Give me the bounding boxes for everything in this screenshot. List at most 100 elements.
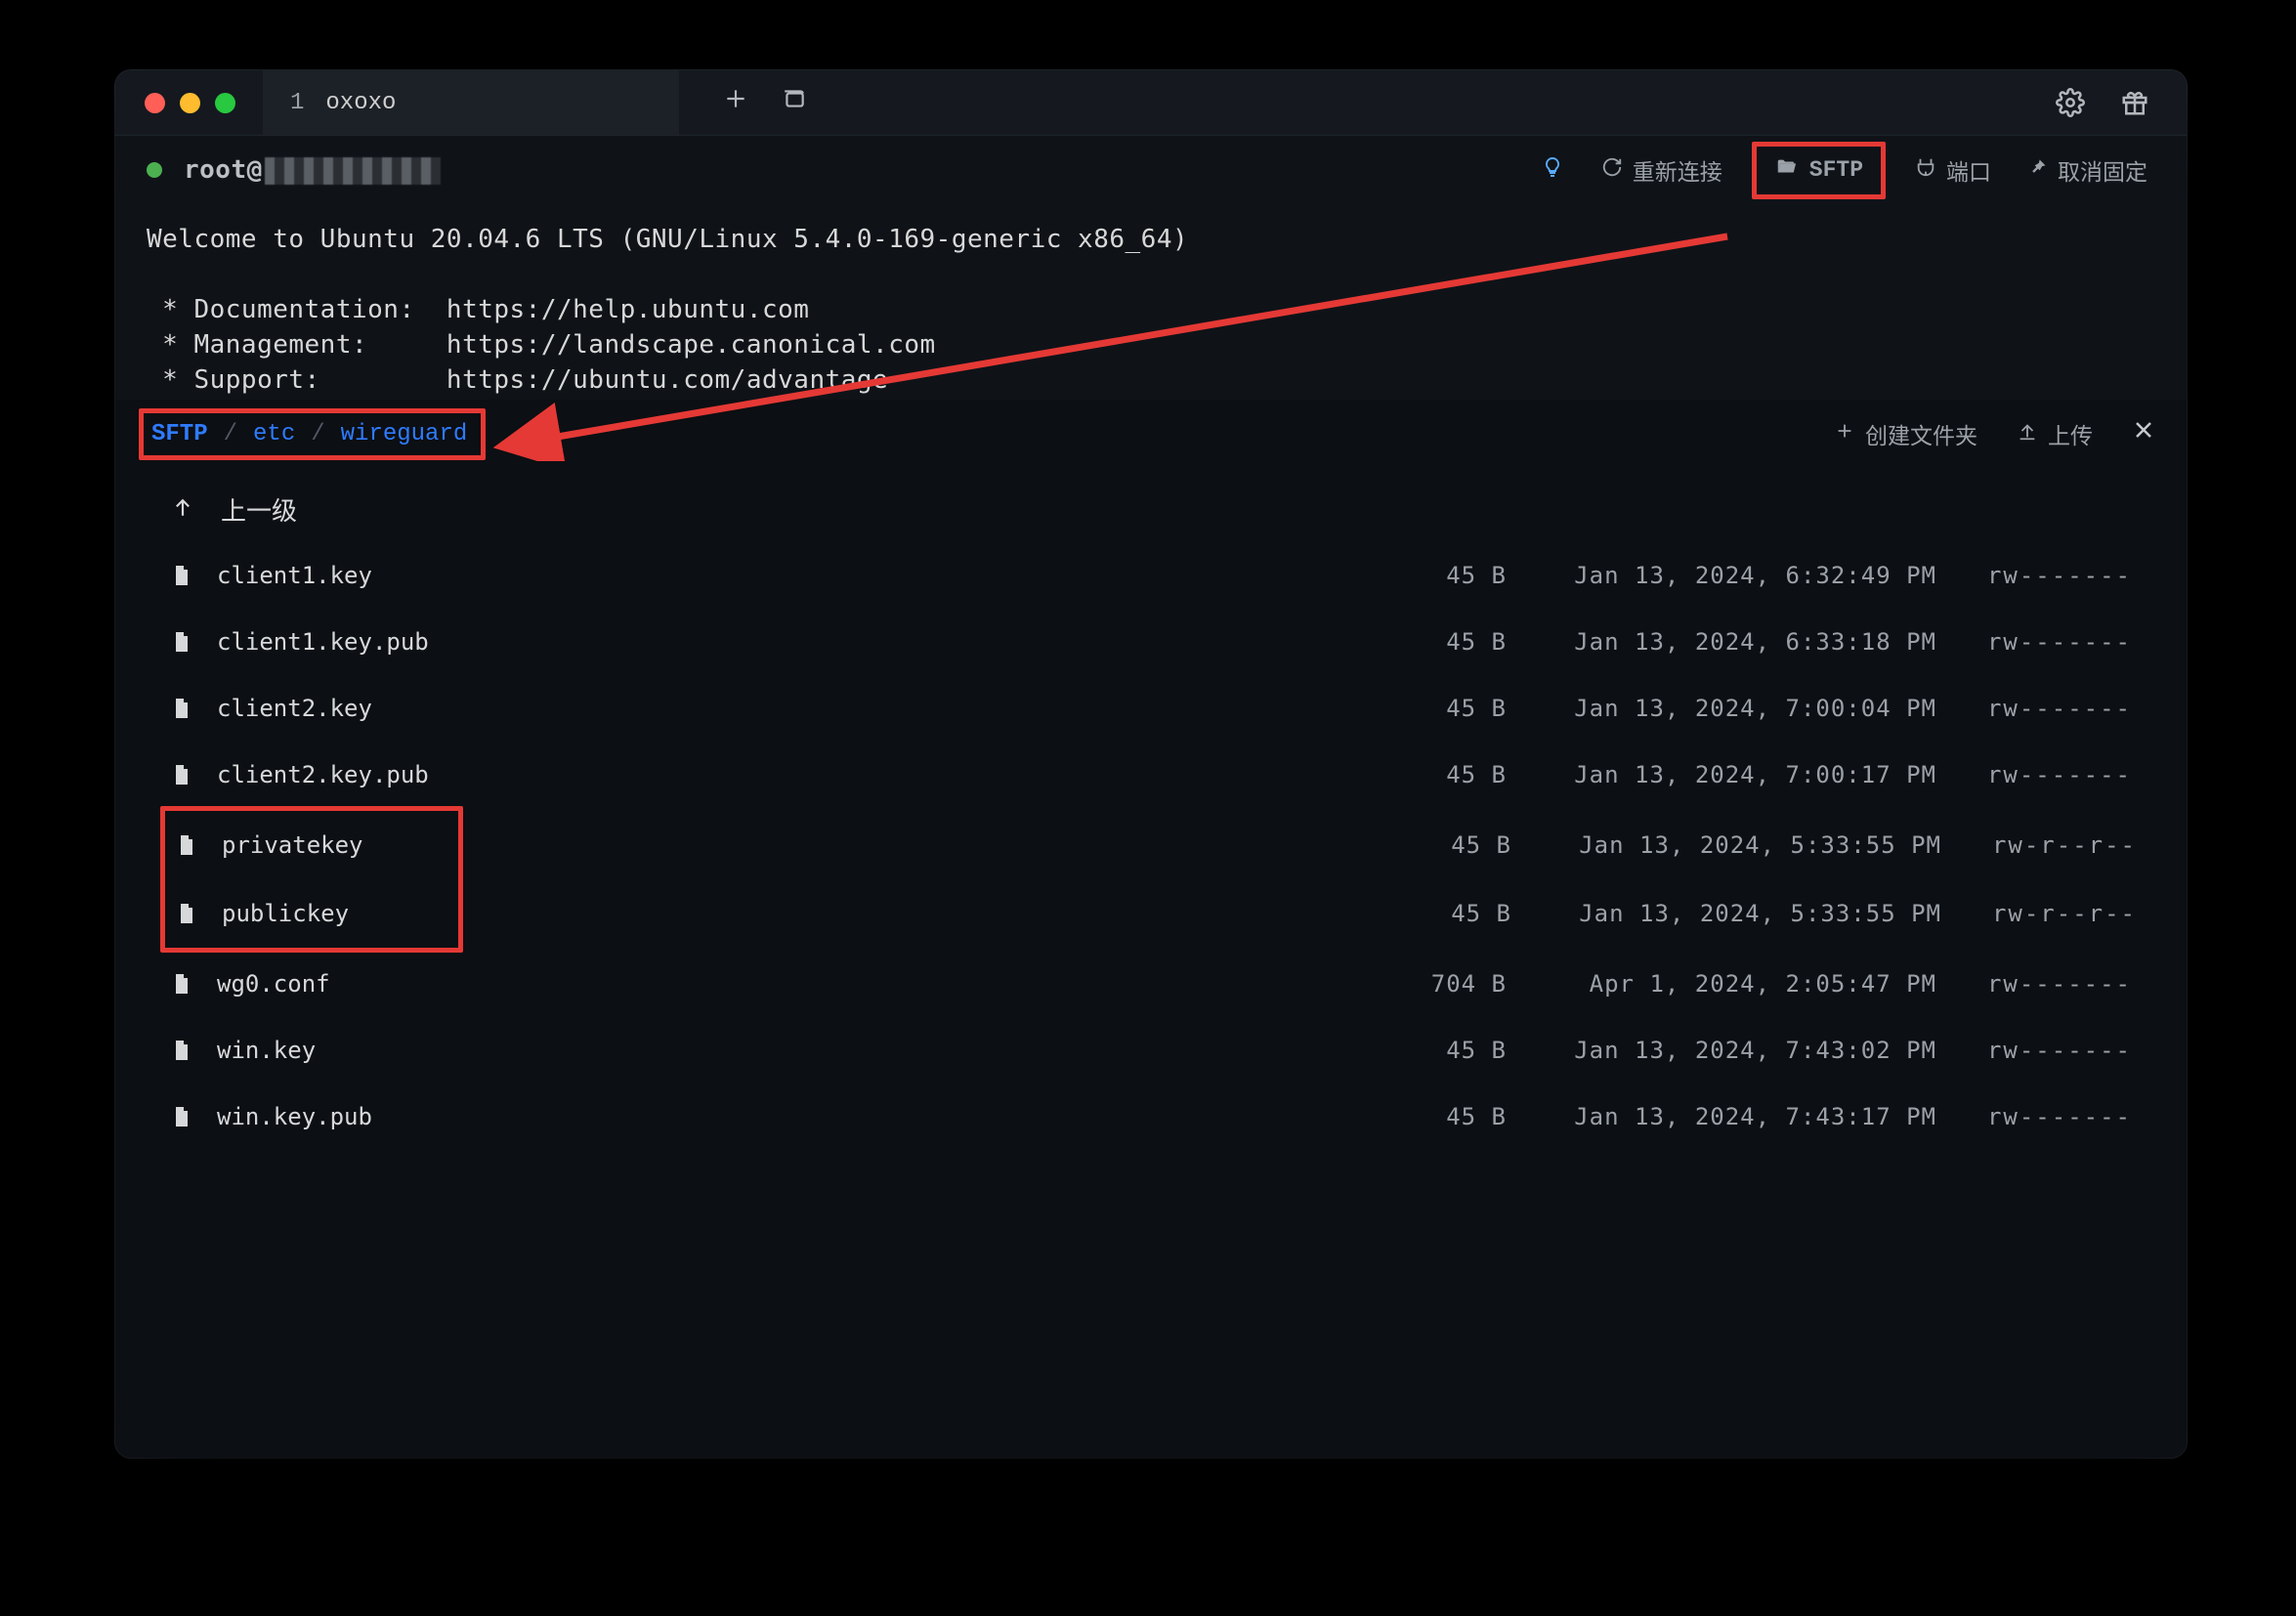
file-perms: rw------- bbox=[1936, 562, 2132, 589]
redacted-hostname bbox=[265, 157, 441, 185]
ports-button[interactable]: 端口 bbox=[1907, 153, 1999, 187]
breadcrumb-1[interactable]: etc bbox=[253, 421, 295, 447]
refresh-icon bbox=[1601, 156, 1623, 185]
gear-icon bbox=[2056, 88, 2085, 117]
file-date: Jan 13, 2024, 7:43:17 PM bbox=[1507, 1103, 1936, 1130]
file-name: publickey bbox=[222, 900, 1355, 927]
annotation-sftp-highlight: SFTP bbox=[1752, 142, 1886, 199]
file-date: Jan 13, 2024, 7:00:04 PM bbox=[1507, 695, 1936, 722]
window-minimize-button[interactable] bbox=[180, 93, 200, 113]
file-icon bbox=[170, 970, 217, 998]
file-name: client2.key bbox=[217, 695, 1350, 722]
session-toolbar: root@ 重新连接 SFTP bbox=[115, 136, 2187, 204]
breadcrumb-2[interactable]: wireguard bbox=[341, 421, 468, 447]
sftp-toolbar: SFTP / etc / wireguard 创建文件夹 bbox=[115, 400, 2187, 468]
file-row[interactable]: win.key.pub45 BJan 13, 2024, 7:43:17 PMr… bbox=[170, 1084, 2132, 1150]
file-size: 45 B bbox=[1355, 831, 1511, 859]
file-size: 704 B bbox=[1350, 970, 1507, 998]
unpin-label: 取消固定 bbox=[2058, 153, 2147, 187]
file-size: 45 B bbox=[1350, 1103, 1507, 1130]
parent-directory-row[interactable]: 上一级 bbox=[170, 476, 2132, 542]
close-icon bbox=[2132, 420, 2155, 450]
plus-icon bbox=[1834, 420, 1855, 448]
upload-label: 上传 bbox=[2048, 417, 2093, 450]
sftp-panel: SFTP / etc / wireguard 创建文件夹 bbox=[115, 400, 2187, 1458]
file-perms: rw------- bbox=[1936, 695, 2132, 722]
app-window: 1 oxoxo bbox=[115, 70, 2187, 1458]
file-icon bbox=[175, 900, 222, 927]
file-icon bbox=[170, 1037, 217, 1064]
windows-icon bbox=[782, 88, 807, 118]
file-size: 45 B bbox=[1350, 628, 1507, 656]
file-perms: rw------- bbox=[1936, 1103, 2132, 1130]
file-name: win.key bbox=[217, 1037, 1350, 1064]
ports-label: 端口 bbox=[1946, 153, 1991, 187]
file-name: win.key.pub bbox=[217, 1103, 1350, 1130]
file-row[interactable]: publickey45 BJan 13, 2024, 5:33:55 PMrw-… bbox=[175, 879, 2137, 948]
session-host: root@ bbox=[184, 155, 441, 185]
reconnect-label: 重新连接 bbox=[1633, 153, 1722, 187]
upload-button[interactable]: 上传 bbox=[2017, 417, 2093, 450]
breadcrumb-separator: / bbox=[311, 421, 324, 447]
file-perms: rw------- bbox=[1936, 970, 2132, 998]
file-row[interactable]: client2.key45 BJan 13, 2024, 7:00:04 PMr… bbox=[170, 675, 2132, 742]
file-row[interactable]: client2.key.pub45 BJan 13, 2024, 7:00:17… bbox=[170, 742, 2132, 808]
file-icon bbox=[175, 831, 222, 859]
breadcrumb-root[interactable]: SFTP bbox=[151, 421, 208, 447]
terminal-output[interactable]: Welcome to Ubuntu 20.04.6 LTS (GNU/Linux… bbox=[115, 204, 2187, 405]
level-up-icon bbox=[170, 493, 195, 526]
file-icon bbox=[170, 628, 217, 656]
file-icon bbox=[170, 761, 217, 788]
file-perms: rw------- bbox=[1936, 1037, 2132, 1064]
file-perms: rw-r--r-- bbox=[1941, 831, 2137, 859]
gift-button[interactable] bbox=[2120, 88, 2149, 117]
file-row[interactable]: win.key45 BJan 13, 2024, 7:43:02 PMrw---… bbox=[170, 1017, 2132, 1084]
window-list-button[interactable] bbox=[765, 88, 824, 118]
new-tab-button[interactable] bbox=[706, 86, 765, 120]
file-row[interactable]: wg0.conf704 BApr 1, 2024, 2:05:47 PMrw--… bbox=[170, 951, 2132, 1017]
annotation-breadcrumb-highlight: SFTP / etc / wireguard bbox=[139, 408, 486, 460]
upload-icon bbox=[2017, 420, 2038, 448]
file-date: Jan 13, 2024, 5:33:55 PM bbox=[1511, 900, 1941, 927]
settings-button[interactable] bbox=[2056, 88, 2085, 117]
file-row[interactable]: client1.key45 BJan 13, 2024, 6:32:49 PMr… bbox=[170, 542, 2132, 609]
file-date: Jan 13, 2024, 6:32:49 PM bbox=[1507, 562, 1936, 589]
file-perms: rw-r--r-- bbox=[1941, 900, 2137, 927]
unpin-button[interactable]: 取消固定 bbox=[2020, 153, 2155, 187]
file-name: client2.key.pub bbox=[217, 761, 1350, 788]
plug-icon bbox=[1915, 156, 1936, 185]
breadcrumb-separator: / bbox=[224, 421, 237, 447]
file-perms: rw------- bbox=[1936, 628, 2132, 656]
annotation-keys-highlight: privatekey45 BJan 13, 2024, 5:33:55 PMrw… bbox=[160, 806, 463, 953]
file-name: privatekey bbox=[222, 831, 1355, 859]
window-zoom-button[interactable] bbox=[215, 93, 235, 113]
file-name: client1.key.pub bbox=[217, 628, 1350, 656]
tab-index: 1 bbox=[290, 90, 304, 116]
file-date: Apr 1, 2024, 2:05:47 PM bbox=[1507, 970, 1936, 998]
create-folder-button[interactable]: 创建文件夹 bbox=[1834, 417, 1977, 450]
tab-title: oxoxo bbox=[325, 90, 396, 116]
window-close-button[interactable] bbox=[145, 93, 165, 113]
file-row[interactable]: client1.key.pub45 BJan 13, 2024, 6:33:18… bbox=[170, 609, 2132, 675]
file-name: client1.key bbox=[217, 562, 1350, 589]
sftp-button[interactable]: SFTP bbox=[1759, 149, 1879, 192]
file-icon bbox=[170, 562, 217, 589]
hints-button[interactable] bbox=[1533, 155, 1572, 186]
titlebar: 1 oxoxo bbox=[115, 70, 2187, 136]
pin-icon bbox=[2028, 156, 2048, 185]
file-list: 上一级 client1.key45 BJan 13, 2024, 6:32:49… bbox=[115, 468, 2187, 1150]
file-size: 45 B bbox=[1350, 562, 1507, 589]
connection-status-indicator bbox=[147, 162, 162, 178]
breadcrumb: SFTP / etc / wireguard bbox=[151, 421, 467, 447]
sftp-close-button[interactable] bbox=[2132, 418, 2155, 450]
file-row[interactable]: privatekey45 BJan 13, 2024, 5:33:55 PMrw… bbox=[175, 811, 2137, 879]
file-date: Jan 13, 2024, 7:43:02 PM bbox=[1507, 1037, 1936, 1064]
sftp-button-label: SFTP bbox=[1809, 157, 1863, 183]
reconnect-button[interactable]: 重新连接 bbox=[1594, 153, 1730, 187]
parent-directory-label: 上一级 bbox=[221, 491, 297, 528]
gift-icon bbox=[2120, 88, 2149, 117]
tab-active[interactable]: 1 oxoxo bbox=[263, 70, 679, 135]
file-date: Jan 13, 2024, 6:33:18 PM bbox=[1507, 628, 1936, 656]
file-date: Jan 13, 2024, 7:00:17 PM bbox=[1507, 761, 1936, 788]
file-icon bbox=[170, 695, 217, 722]
